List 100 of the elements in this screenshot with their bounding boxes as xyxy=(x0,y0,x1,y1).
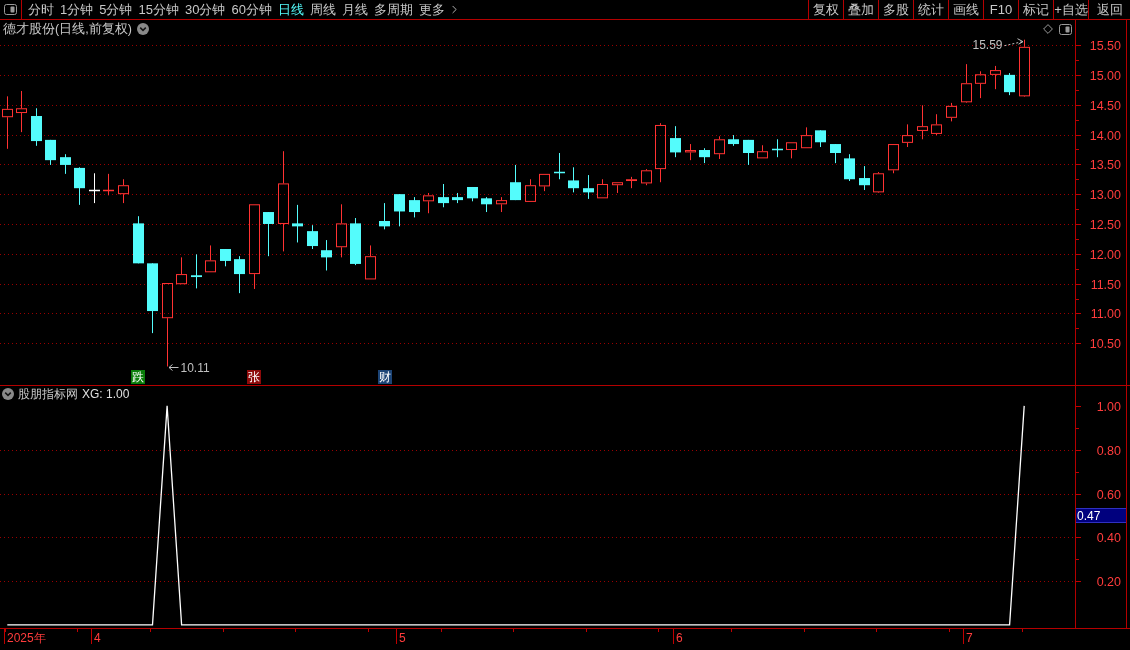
toolbar-button[interactable]: F10 xyxy=(983,0,1018,19)
price-axis-label: 12.50 xyxy=(1089,218,1121,232)
high-price-label: 15.59 xyxy=(972,38,1003,53)
candlestick xyxy=(597,178,608,199)
price-axis-label: 12.00 xyxy=(1089,248,1121,262)
event-marker[interactable]: 跌 xyxy=(131,370,145,384)
value-axis-label: 0.40 xyxy=(1096,531,1121,545)
toolbar-button[interactable]: 多股 xyxy=(878,0,913,19)
panel-toggle-icon[interactable] xyxy=(1059,23,1072,35)
period-tab[interactable]: 5分钟 xyxy=(99,3,133,16)
candlestick xyxy=(336,203,347,258)
candlestick xyxy=(902,123,913,148)
value-axis-label: 0.60 xyxy=(1096,488,1121,502)
value-axis-label: 0.80 xyxy=(1096,444,1121,458)
price-axis-label: 13.00 xyxy=(1089,188,1121,202)
candlestick xyxy=(844,153,855,182)
candlestick xyxy=(525,178,536,202)
candlestick xyxy=(612,182,623,194)
candlestick xyxy=(205,244,216,273)
candlestick xyxy=(379,202,390,230)
candlestick xyxy=(931,113,942,134)
candlestick xyxy=(74,166,85,206)
candlestick xyxy=(714,135,725,160)
event-marker[interactable]: 张 xyxy=(247,370,261,384)
toolbar-button[interactable]: 画线 xyxy=(948,0,983,19)
cursor-value-label: 0.47 xyxy=(1076,508,1126,523)
date-axis-label: 6 xyxy=(676,630,683,645)
period-tab[interactable]: 1分钟 xyxy=(60,3,94,16)
period-tab[interactable]: 60分钟 xyxy=(231,3,272,16)
candlestick xyxy=(496,196,507,213)
candlestick xyxy=(234,255,245,294)
date-axis-label: 5 xyxy=(399,630,406,645)
price-axis-label: 13.50 xyxy=(1089,158,1121,172)
toolbar-button[interactable]: 叠加 xyxy=(843,0,878,19)
chevron-down-circle-icon[interactable] xyxy=(2,388,14,400)
diamond-icon[interactable] xyxy=(1043,24,1053,34)
candlestick xyxy=(670,125,681,158)
price-axis-label: 11.00 xyxy=(1090,307,1121,321)
candlestick xyxy=(45,139,56,166)
price-axis-label: 14.50 xyxy=(1089,99,1121,113)
candlestick xyxy=(118,178,129,204)
candlestick xyxy=(16,90,27,133)
candlestick xyxy=(786,142,797,159)
price-axis-label: 10.50 xyxy=(1089,337,1121,351)
left-arrow-icon xyxy=(168,364,179,371)
event-marker[interactable]: 财 xyxy=(378,370,392,384)
candlestick xyxy=(394,193,405,227)
candlestick xyxy=(655,122,666,183)
price-axis-label: 14.00 xyxy=(1089,129,1121,143)
value-axis-label: 1.00 xyxy=(1096,400,1121,414)
low-price-label: 10.11 xyxy=(180,361,210,375)
period-tab[interactable]: 日线 xyxy=(277,3,304,16)
candlestick xyxy=(1019,39,1030,97)
toolbar-button[interactable]: +自选 xyxy=(1053,0,1088,19)
candlestick xyxy=(60,153,71,175)
date-axis-label: 4 xyxy=(94,630,101,645)
candlestick xyxy=(990,65,1001,90)
price-axis-label: 15.00 xyxy=(1089,69,1121,83)
panel-toggle-icon[interactable] xyxy=(4,4,17,15)
candlestick xyxy=(626,176,637,189)
candlestick xyxy=(961,63,972,103)
date-axis-label: 2025年 xyxy=(7,630,46,645)
toolbar-button[interactable]: 统计 xyxy=(913,0,948,19)
candlestick xyxy=(321,239,332,271)
candlestick xyxy=(365,244,376,280)
candlestick xyxy=(438,183,449,208)
candlestick xyxy=(975,70,986,99)
period-tab[interactable]: 周线 xyxy=(309,3,336,16)
indicator-readout: XG: 1.00 xyxy=(82,388,130,400)
candlestick xyxy=(888,144,899,174)
period-tab[interactable]: 多周期 xyxy=(373,3,413,16)
candlestick xyxy=(2,95,13,150)
stock-title: 德才股份(日线,前复权) xyxy=(3,22,132,36)
period-tab[interactable]: 30分钟 xyxy=(184,3,226,16)
candlestick xyxy=(278,150,289,252)
candlestick xyxy=(263,211,274,257)
period-tab[interactable]: 15分钟 xyxy=(138,3,179,16)
candlestick xyxy=(162,283,173,368)
candlestick xyxy=(801,126,812,149)
candlestick xyxy=(743,139,754,166)
candlestick xyxy=(292,204,303,243)
period-tab[interactable]: 月线 xyxy=(341,3,368,16)
toolbar-button[interactable]: 返回 xyxy=(1088,0,1130,19)
candlestick xyxy=(307,224,318,250)
price-axis-label: 11.50 xyxy=(1090,278,1121,292)
candlestick xyxy=(859,165,870,191)
date-axis-label: 7 xyxy=(966,630,973,645)
candlestick xyxy=(917,104,928,140)
candlestick xyxy=(510,164,521,201)
period-tab[interactable]: 分时 xyxy=(28,3,54,16)
candlestick xyxy=(583,174,594,200)
candlestick xyxy=(830,143,841,164)
period-tab[interactable]: 更多 xyxy=(418,3,461,16)
candlestick xyxy=(423,192,434,214)
candlestick xyxy=(568,166,579,193)
value-axis-label: 0.20 xyxy=(1096,575,1121,589)
candlestick xyxy=(249,204,260,290)
toolbar-button[interactable]: 标记 xyxy=(1018,0,1053,19)
chevron-down-circle-icon[interactable] xyxy=(136,23,149,35)
toolbar-button[interactable]: 复权 xyxy=(808,0,843,19)
